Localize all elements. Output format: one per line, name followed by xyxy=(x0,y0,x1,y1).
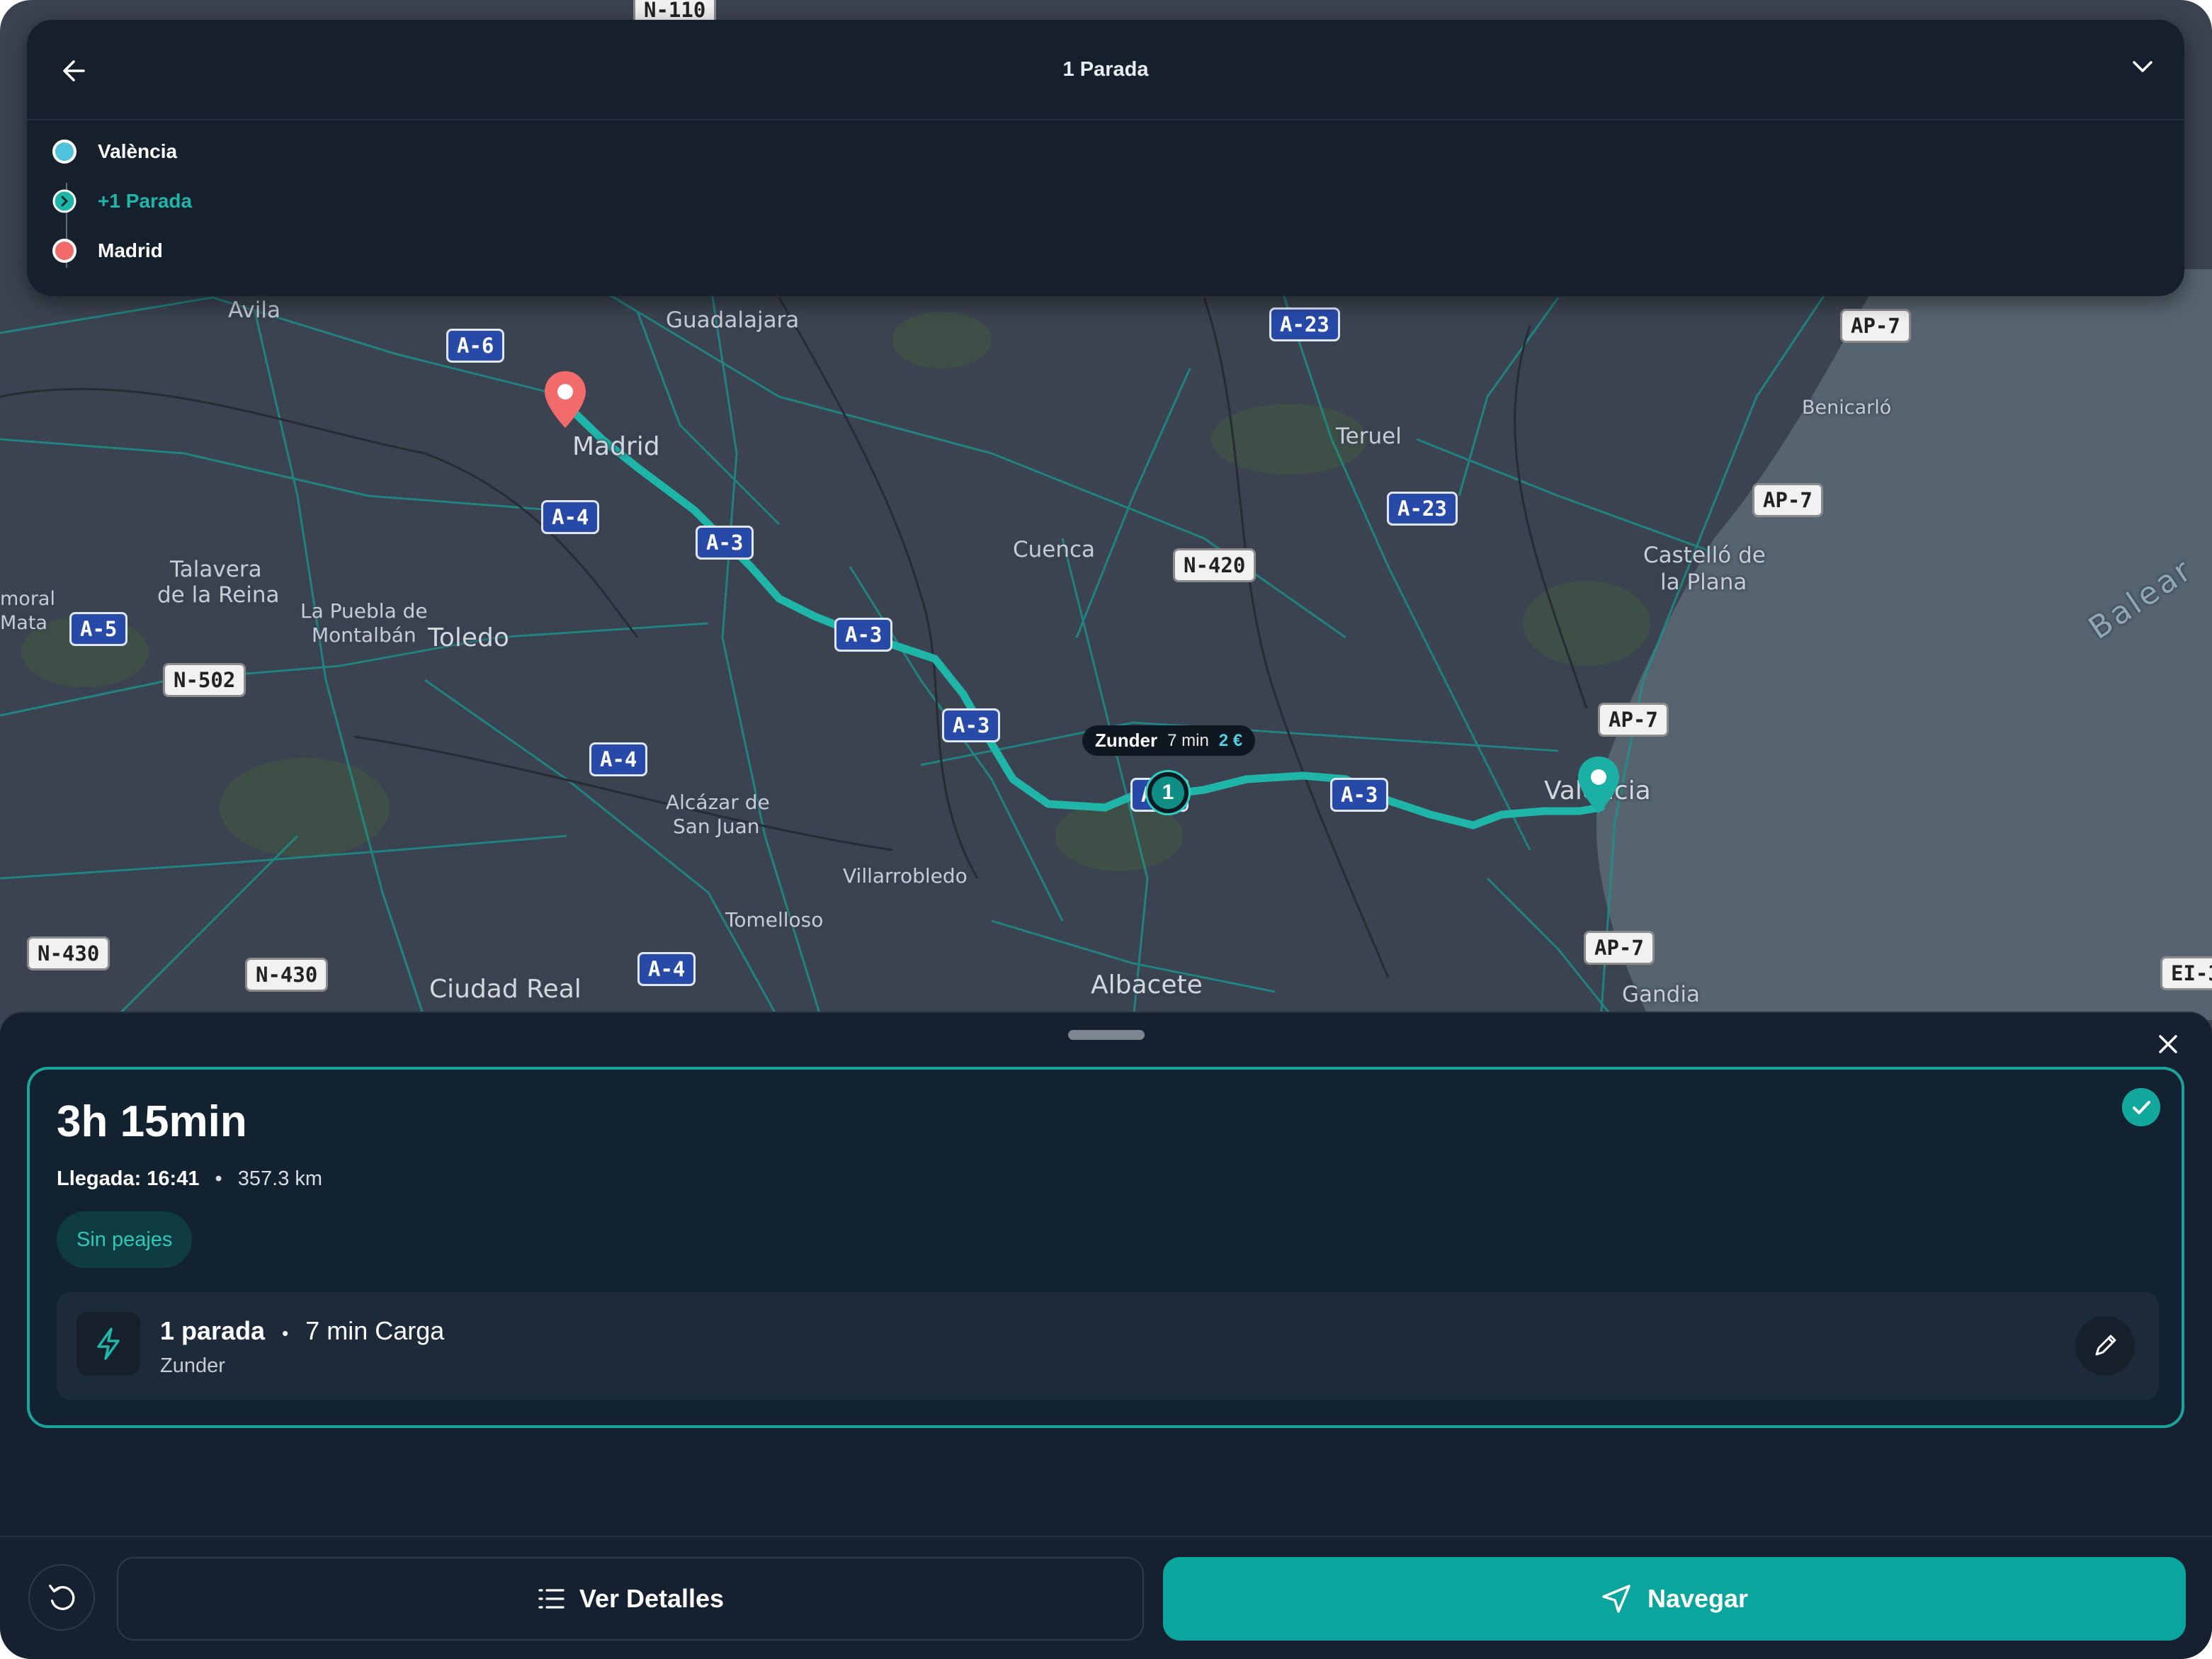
road-shield: AP-7 xyxy=(1752,483,1823,517)
place-label: Villarrobledo xyxy=(843,864,968,888)
road-shield: A-3 xyxy=(942,708,1001,742)
place-label: Alcázar de xyxy=(666,791,770,814)
station-charge-time: 7 min xyxy=(1167,730,1209,750)
waypoint-expand-icon xyxy=(52,189,76,213)
road-shield: A-3 xyxy=(696,526,754,560)
place-label: Albacete xyxy=(1091,970,1203,1000)
station-price: 2 € xyxy=(1218,730,1243,750)
place-label: Castelló de xyxy=(1643,543,1766,568)
road-shield: A-23 xyxy=(1387,492,1458,526)
road-shield: A-4 xyxy=(637,952,696,986)
stop-row-origin[interactable]: València xyxy=(52,137,177,166)
stop-provider: Zunder xyxy=(160,1354,225,1377)
place-label: de la Reina xyxy=(157,582,280,608)
charge-duration: 7 min Carga xyxy=(305,1316,445,1345)
view-details-label: Ver Detalles xyxy=(579,1584,725,1613)
place-label: Talavera xyxy=(170,557,262,582)
road-shield: AP-7 xyxy=(1584,931,1655,965)
route-bottom-sheet: 3h 15min Llegada: 16:41 • 357.3 km Sin p… xyxy=(0,1012,2212,1659)
road-shield: N-430 xyxy=(245,958,329,992)
view-details-button[interactable]: Ver Detalles xyxy=(117,1557,1144,1641)
place-label: Toledo xyxy=(428,623,509,652)
road-shield: AP-7 xyxy=(1840,309,1911,343)
place-label: la Plana xyxy=(1660,570,1747,595)
stop-marker[interactable]: 1 xyxy=(1147,772,1189,813)
station-name: Zunder xyxy=(1095,730,1158,751)
navigation-arrow-icon xyxy=(1602,1585,1630,1613)
route-summary: Llegada: 16:41 • 357.3 km xyxy=(57,1167,322,1191)
stop-row-waypoints[interactable]: +1 Parada xyxy=(52,187,192,215)
place-label: moral xyxy=(0,588,55,610)
route-stops-panel: 1 Parada València +1 Parada Madrid xyxy=(27,20,2184,296)
place-label: La Puebla de xyxy=(300,599,428,623)
road-shield: N-430 xyxy=(27,936,110,970)
check-icon xyxy=(2122,1088,2160,1126)
stop-row-destination[interactable]: Madrid xyxy=(52,237,163,265)
stop-count: 1 parada xyxy=(160,1316,266,1345)
road-shield: A-23 xyxy=(1269,307,1340,341)
place-label: Gandia xyxy=(1622,982,1700,1007)
arrival-time: Llegada: 16:41 xyxy=(57,1167,200,1190)
place-label: Guadalajara xyxy=(666,307,800,333)
place-label: Montalbán xyxy=(312,623,416,647)
road-shield: AP-7 xyxy=(1598,703,1669,737)
road-shield: A-5 xyxy=(69,612,128,646)
route-option-card[interactable]: 3h 15min Llegada: 16:41 • 357.3 km Sin p… xyxy=(27,1067,2184,1428)
stop-label: Madrid xyxy=(98,239,163,261)
road-shield: N-502 xyxy=(163,663,246,697)
route-duration: 3h 15min xyxy=(57,1097,247,1146)
road-shield: A-4 xyxy=(541,500,600,534)
separator-dot: • xyxy=(282,1323,289,1344)
road-shield: A-6 xyxy=(446,329,505,363)
close-icon[interactable] xyxy=(2153,1029,2184,1060)
place-label: Avila xyxy=(228,298,280,323)
place-label: Teruel xyxy=(1336,424,1402,449)
app-window: Avila Guadalajara Madrid Teruel Benicarl… xyxy=(0,0,2212,1659)
origin-dot-icon xyxy=(52,140,76,164)
place-label: San Juan xyxy=(673,815,760,838)
stop-label: València xyxy=(98,140,178,162)
destination-dot-icon xyxy=(52,239,76,263)
panel-header: 1 Parada xyxy=(27,20,2184,120)
pencil-edit-icon[interactable] xyxy=(2075,1316,2135,1376)
no-tolls-badge: Sin peajes xyxy=(57,1211,193,1268)
place-label: Tomelloso xyxy=(725,908,824,932)
place-label: Mata xyxy=(0,612,47,634)
chevron-down-icon[interactable] xyxy=(2125,49,2160,84)
origin-pin-icon[interactable] xyxy=(1576,755,1621,815)
place-label: Benicarló xyxy=(1802,397,1892,419)
list-icon xyxy=(538,1589,565,1609)
destination-pin-icon[interactable] xyxy=(543,370,588,429)
road-shield: EI-3 xyxy=(2160,956,2212,990)
lightning-bolt-icon xyxy=(76,1312,140,1376)
panel-title: 1 Parada xyxy=(1062,58,1149,81)
sheet-footer: Ver Detalles Navegar xyxy=(0,1536,2212,1659)
stop-summary: 1 parada • 7 min Carga xyxy=(160,1316,444,1346)
route-distance: 357.3 km xyxy=(237,1167,323,1190)
navigate-button[interactable]: Navegar xyxy=(1163,1557,2186,1641)
place-label: Madrid xyxy=(572,432,660,461)
place-label: Ciudad Real xyxy=(429,975,582,1004)
road-shield: A-3 xyxy=(834,618,893,652)
charging-stop-item[interactable]: 1 parada • 7 min Carga Zunder xyxy=(57,1292,2159,1400)
charging-station-tag[interactable]: Zunder 7 min 2 € xyxy=(1082,725,1256,756)
place-label: Cuenca xyxy=(1013,537,1096,562)
sheet-drag-handle[interactable] xyxy=(1068,1030,1145,1040)
stop-label: +1 Parada xyxy=(98,190,193,212)
road-shield: N-420 xyxy=(1173,548,1257,582)
separator-dot: • xyxy=(215,1167,222,1190)
road-shield: A-3 xyxy=(1330,778,1389,812)
road-shield: A-4 xyxy=(589,742,648,776)
sea-area xyxy=(1596,269,2212,1020)
navigate-label: Navegar xyxy=(1647,1584,1749,1613)
reset-route-icon[interactable] xyxy=(28,1564,95,1631)
